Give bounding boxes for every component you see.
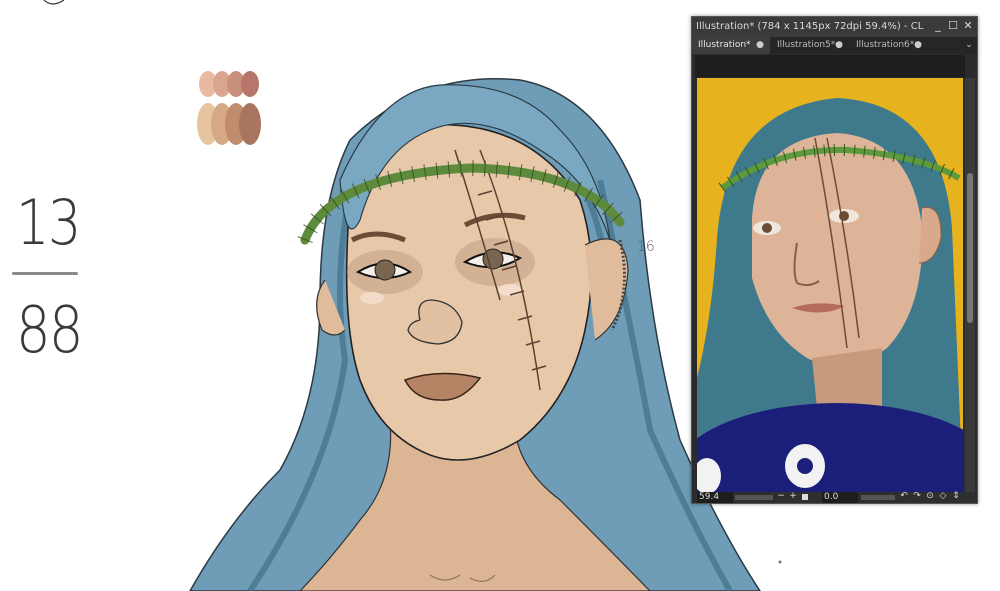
tab-label: Illustration* <box>698 40 751 50</box>
sub-view-window[interactable]: Illustration* (784 x 1145px 72dpi 59.4%)… <box>691 16 978 504</box>
window-title: Illustration* (784 x 1145px 72dpi 59.4%)… <box>696 21 924 32</box>
iris-left <box>374 259 396 281</box>
navigator-statusbar: 59.4 − + 0.0 ↶ ↷ ⊙ ◇ ⇕ <box>695 491 975 503</box>
painting-eye-charm-pupil <box>797 458 813 474</box>
canvas-top-strip <box>695 55 965 77</box>
fraction-line <box>12 272 78 275</box>
window-titlebar[interactable]: Illustration* (784 x 1145px 72dpi 59.4%)… <box>692 17 977 37</box>
scrollbar-thumb[interactable] <box>967 173 973 323</box>
zoom-slider[interactable] <box>735 495 773 500</box>
zoom-out-button[interactable]: − <box>776 491 786 501</box>
cheek-right <box>498 284 522 296</box>
zoom-input[interactable]: 59.4 <box>697 492 733 503</box>
close-button[interactable]: ✕ <box>961 19 975 33</box>
ellipse-stroke-fragment <box>43 0 65 5</box>
vertical-scrollbar[interactable] <box>965 78 975 492</box>
tab-list-chevron-down-icon[interactable]: ⌄ <box>962 37 976 54</box>
reset-rotation-icon[interactable]: ⊙ <box>925 491 935 501</box>
skin-swatch <box>239 103 261 145</box>
skin-swatches <box>197 71 261 145</box>
reference-painting[interactable] <box>697 78 963 492</box>
handwritten-denominator: 88 <box>16 294 84 368</box>
handwritten-side-number: 16 <box>637 239 655 255</box>
rotate-left-icon[interactable]: ↶ <box>899 491 909 501</box>
tab-label: Illustration6* <box>856 40 915 50</box>
rotate-right-icon[interactable]: ↷ <box>912 491 922 501</box>
document-tabbar: Illustration* ● Illustration5* ● Illustrat… <box>692 37 977 54</box>
close-icon: ✕ <box>963 19 973 32</box>
tab-modified-dot-icon: ● <box>835 40 843 50</box>
tab-illustration5[interactable]: Illustration5* ● <box>771 37 849 54</box>
tab-modified-dot-icon: ● <box>756 40 764 50</box>
handwritten-numerator: 13 <box>16 186 81 259</box>
stray-dot <box>778 560 782 564</box>
tab-modified-dot-icon: ● <box>914 40 922 50</box>
painting-face <box>752 133 923 366</box>
flip-vertical-icon[interactable]: ⇕ <box>951 491 961 501</box>
fit-to-window-icon[interactable] <box>802 494 808 500</box>
tab-illustration6[interactable]: Illustration6* ● <box>850 37 928 54</box>
rotation-input[interactable]: 0.0 <box>822 492 858 503</box>
tab-illustration[interactable]: Illustration* ● <box>692 37 770 54</box>
minus-icon: − <box>777 491 785 501</box>
rotation-slider[interactable] <box>861 495 895 500</box>
maximize-icon: ☐ <box>948 19 958 32</box>
maximize-button[interactable]: ☐ <box>946 19 960 33</box>
painting-iris-left <box>762 223 772 233</box>
tab-label: Illustration5* <box>777 40 836 50</box>
zoom-in-button[interactable]: + <box>788 491 798 501</box>
minimize-icon: _ <box>935 19 941 32</box>
skin-swatch <box>241 71 259 97</box>
plus-icon: + <box>789 491 797 501</box>
minimize-button[interactable]: _ <box>931 19 945 33</box>
flip-horizontal-icon[interactable]: ◇ <box>938 491 948 501</box>
cheek-left <box>360 292 384 304</box>
